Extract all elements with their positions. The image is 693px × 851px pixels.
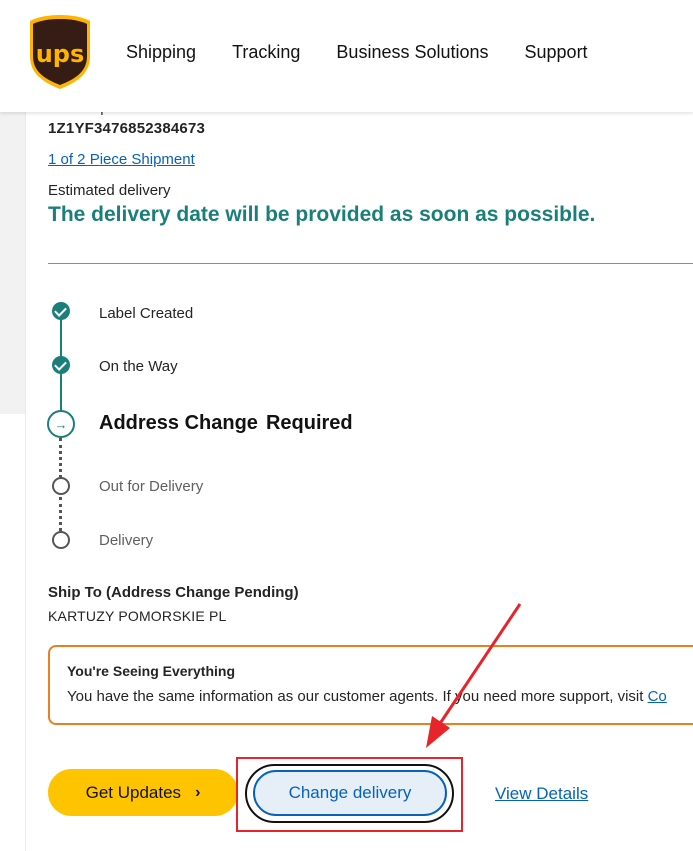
get-updates-label: Get Updates [85,782,182,802]
estimated-delivery-value: The delivery date will be provided as so… [48,203,596,226]
get-updates-button[interactable]: Get Updates › [48,769,238,816]
circle-icon [52,531,70,549]
estimated-delivery-label: Estimated delivery [48,182,171,199]
step-delivery: Delivery [99,532,154,549]
piece-shipment-link[interactable]: 1 of 2 Piece Shipment [48,151,195,168]
arrow-right-icon: → [47,410,75,438]
step-current-label-b: Required [265,412,353,434]
check-icon [52,302,70,320]
progress-line [60,373,62,411]
divider [48,263,693,264]
step-current-label-a: Address Change [99,412,258,434]
nav-shipping[interactable]: Shipping [126,42,196,63]
ship-to-title: Ship To (Address Change Pending) [48,584,299,601]
ups-logo[interactable]: ups [28,14,92,90]
nav-support[interactable]: Support [525,42,588,63]
site-header: ups Shipping Tracking Business Solutions… [0,0,693,112]
step-on-the-way: On the Way [99,358,178,375]
chevron-right-icon: › [195,783,201,801]
tracking-number: 1Z1YF3476852384673 [48,120,206,137]
progress-line-dotted [59,497,62,531]
ship-to-value: KARTUZY POMORSKIE PL [48,608,227,624]
info-banner: You're Seeing Everything You have the sa… [48,645,693,725]
circle-icon [52,477,70,495]
info-text: You have the same information as our cus… [67,688,667,705]
step-out-for-delivery: Out for Delivery [99,478,204,495]
progress-line [60,320,62,360]
nav-tracking[interactable]: Tracking [232,42,300,63]
change-delivery-button[interactable]: Change delivery [253,770,447,816]
progress-line-dotted [59,438,62,478]
info-title: You're Seeing Everything [67,663,235,679]
view-details-link[interactable]: View Details [495,784,588,804]
check-icon [52,356,70,374]
page-gutter [0,112,25,414]
info-body: You have the same information as our cus… [67,688,648,705]
main-nav: Shipping Tracking Business Solutions Sup… [126,0,624,104]
info-contact-link[interactable]: Co [648,688,667,705]
step-label-created: Label Created [99,305,194,322]
step-address-change-required: Address Change Required [99,412,353,435]
svg-text:ups: ups [36,40,85,68]
nav-business-solutions[interactable]: Business Solutions [336,42,488,63]
